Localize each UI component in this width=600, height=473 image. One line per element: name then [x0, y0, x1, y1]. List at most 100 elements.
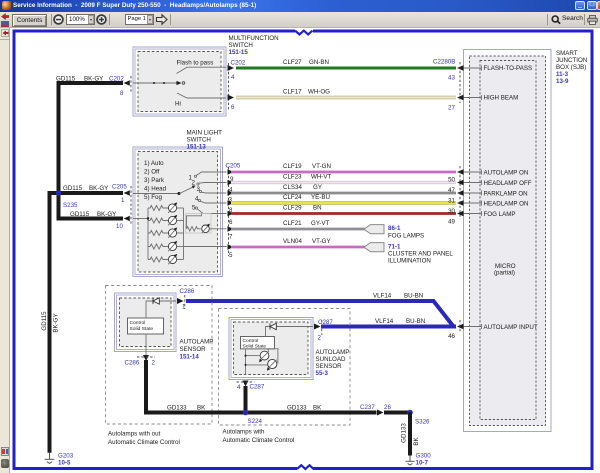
svg-text:AUTOLAMP ON: AUTOLAMP ON: [484, 170, 529, 177]
svg-text:GN-BN: GN-BN: [309, 59, 329, 66]
svg-text:BK: BK: [197, 405, 206, 412]
svg-text:HEADLAMP OFF: HEADLAMP OFF: [484, 180, 532, 187]
svg-text:5: 5: [192, 205, 196, 212]
svg-text:SMART: SMART: [556, 50, 578, 57]
svg-text:Autolamps with: Autolamps with: [223, 429, 266, 436]
svg-text:AUTOLAMP: AUTOLAMP: [316, 349, 350, 356]
svg-text:YE-BU: YE-BU: [311, 194, 330, 201]
svg-text:71-1: 71-1: [388, 244, 401, 251]
svg-text:Solid State: Solid State: [243, 344, 267, 350]
svg-text:8: 8: [120, 90, 124, 97]
svg-text:C205: C205: [226, 163, 241, 170]
svg-text:C286: C286: [125, 360, 140, 367]
svg-text:13-9: 13-9: [556, 78, 569, 85]
svg-text:6: 6: [231, 104, 235, 111]
svg-text:Solid State: Solid State: [130, 326, 154, 332]
svg-text:ILLUMINATION: ILLUMINATION: [388, 257, 431, 264]
svg-text:4: 4: [231, 74, 235, 81]
svg-text:BK-GY: BK-GY: [53, 313, 60, 332]
svg-text:VLF14: VLF14: [375, 318, 394, 325]
svg-text:4) Head: 4) Head: [144, 186, 167, 193]
svg-text:31: 31: [448, 198, 455, 205]
svg-text:2: 2: [318, 335, 322, 342]
svg-text:PARKLAMP ON: PARKLAMP ON: [484, 191, 528, 198]
svg-text:C202: C202: [109, 76, 124, 83]
svg-text:GD115: GD115: [70, 211, 90, 218]
svg-text:GD115: GD115: [63, 185, 83, 192]
svg-text:GY-VT: GY-VT: [311, 220, 330, 227]
svg-text:Automatic Climate Control: Automatic Climate Control: [108, 439, 180, 446]
svg-text:BN: BN: [313, 205, 322, 212]
svg-text:GD133: GD133: [401, 423, 408, 443]
svg-text:43: 43: [448, 75, 455, 82]
svg-text:BU-BN: BU-BN: [406, 318, 425, 325]
svg-text:CLF29: CLF29: [283, 205, 302, 212]
svg-text:WH-OG: WH-OG: [308, 89, 330, 96]
svg-text:C287: C287: [250, 384, 265, 391]
svg-text:10: 10: [116, 223, 123, 230]
svg-text:2: 2: [192, 180, 196, 187]
svg-text:CLF17: CLF17: [283, 89, 302, 96]
svg-text:Automatic Climate Control: Automatic Climate Control: [223, 437, 295, 444]
svg-text:CLF19: CLF19: [283, 163, 302, 170]
svg-text:SWITCH: SWITCH: [229, 42, 253, 49]
svg-text:Autolamps with out: Autolamps with out: [108, 431, 161, 438]
svg-text:27: 27: [448, 105, 455, 112]
svg-text:151-15: 151-15: [229, 49, 249, 56]
svg-text:151-13: 151-13: [187, 144, 207, 151]
svg-text:4: 4: [195, 196, 199, 203]
svg-text:BOX (SJB): BOX (SJB): [556, 64, 586, 71]
svg-text:BU-BN: BU-BN: [404, 293, 423, 300]
svg-text:46: 46: [448, 333, 455, 340]
svg-text:S224: S224: [248, 418, 263, 425]
svg-text:1: 1: [121, 197, 125, 204]
svg-text:GD133: GD133: [287, 405, 307, 412]
svg-text:CLF24: CLF24: [283, 194, 302, 201]
svg-text:AUTOLAMP: AUTOLAMP: [180, 339, 214, 346]
svg-text:WH-VT: WH-VT: [311, 174, 331, 181]
svg-text:C205: C205: [112, 184, 127, 191]
svg-text:47: 47: [448, 187, 455, 194]
svg-text:CLF27: CLF27: [283, 59, 302, 66]
svg-text:MULTIFUNCTION: MULTIFUNCTION: [229, 35, 279, 42]
svg-text:3: 3: [197, 186, 201, 193]
svg-text:1: 1: [182, 304, 186, 311]
svg-text:C2280B: C2280B: [433, 59, 455, 66]
svg-text:10-7: 10-7: [416, 459, 429, 466]
svg-text:BK: BK: [413, 437, 420, 446]
svg-text:S326: S326: [415, 419, 430, 426]
svg-text:7: 7: [229, 234, 233, 241]
svg-text:Hi: Hi: [175, 101, 181, 108]
svg-text:FOG LAMP: FOG LAMP: [484, 211, 516, 218]
svg-text:1) Auto: 1) Auto: [144, 160, 164, 167]
svg-text:HEADLAMP ON: HEADLAMP ON: [484, 201, 529, 208]
svg-text:C286: C286: [180, 288, 195, 295]
svg-text:G300: G300: [416, 452, 432, 459]
svg-text:2: 2: [152, 360, 156, 367]
svg-text:BK: BK: [313, 405, 322, 412]
svg-text:VLN04: VLN04: [283, 238, 302, 245]
svg-text:VT-GY: VT-GY: [312, 238, 331, 245]
svg-text:GD133: GD133: [167, 405, 187, 412]
svg-text:SWITCH: SWITCH: [187, 137, 211, 144]
svg-text:30: 30: [448, 208, 455, 215]
svg-text:S235: S235: [63, 202, 78, 209]
svg-text:151-14: 151-14: [180, 354, 200, 361]
svg-text:HIGH BEAM: HIGH BEAM: [484, 95, 519, 102]
svg-text:GY: GY: [313, 184, 322, 191]
svg-text:4: 4: [237, 384, 241, 391]
svg-text:FOG LAMPS: FOG LAMPS: [388, 232, 424, 239]
svg-text:SENSOR: SENSOR: [180, 346, 207, 353]
svg-text:Control: Control: [243, 338, 259, 344]
svg-text:BK-GY: BK-GY: [97, 211, 116, 218]
svg-text:10-5: 10-5: [58, 459, 71, 466]
svg-text:Control: Control: [130, 320, 146, 326]
svg-text:BK-GY: BK-GY: [89, 185, 108, 192]
svg-text:5) Fog: 5) Fog: [144, 194, 162, 201]
svg-text:Flash to pass: Flash to pass: [177, 60, 214, 67]
svg-text:CLS34: CLS34: [283, 184, 302, 191]
svg-text:VT-GN: VT-GN: [312, 163, 331, 170]
svg-text:SUNLOAD: SUNLOAD: [316, 356, 346, 363]
svg-text:SENSOR: SENSOR: [316, 363, 343, 370]
svg-text:VLF14: VLF14: [373, 293, 392, 300]
